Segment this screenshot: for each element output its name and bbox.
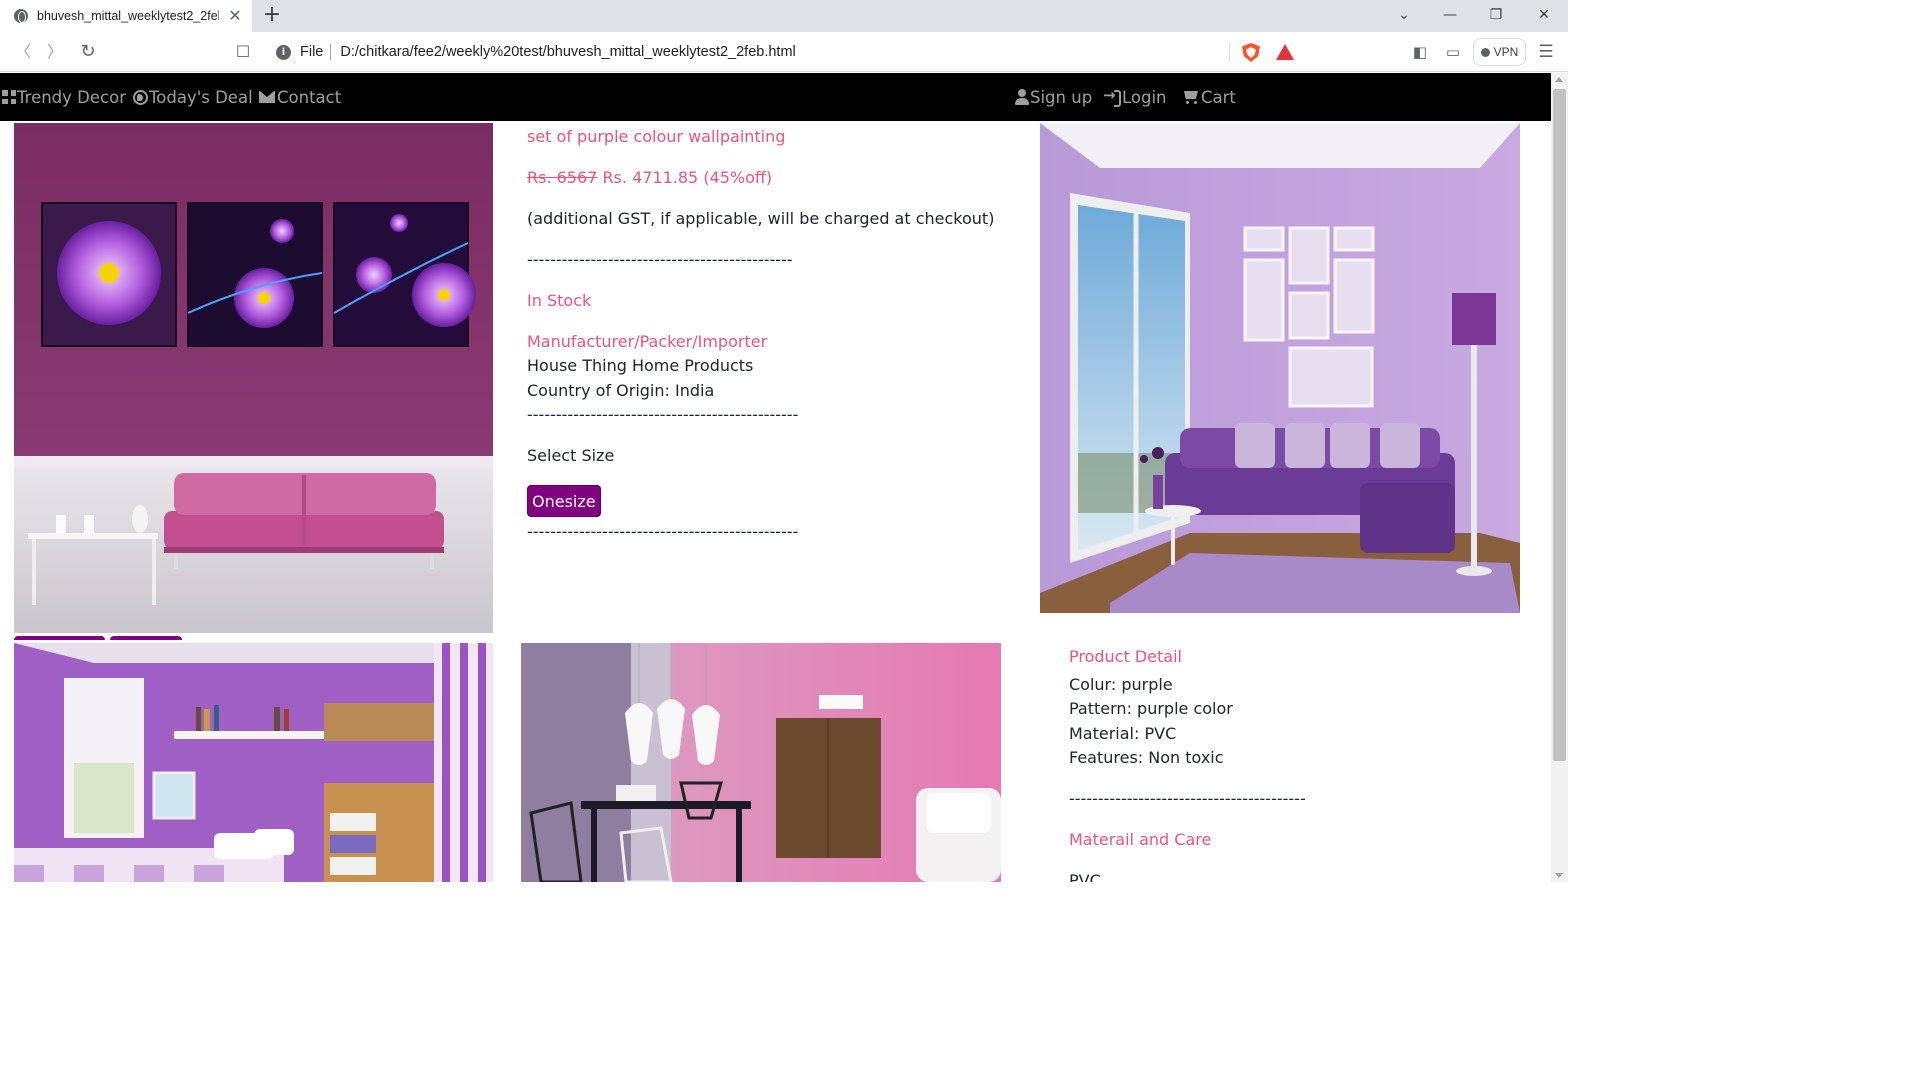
- restore-button[interactable]: ❐: [1483, 4, 1509, 26]
- nav-contact-label: Contact: [277, 87, 342, 107]
- page-viewport: Trendy Decor Today's Deal Contact Sign u…: [0, 73, 1551, 882]
- nav-login-label: Login: [1122, 87, 1167, 107]
- detail-features: Features: Non toxic: [1069, 748, 1224, 767]
- page-scrollbar[interactable]: [1551, 73, 1568, 882]
- globe-icon: [133, 89, 148, 105]
- omnibox-divider: [1229, 42, 1230, 62]
- detail-material: Material: PVC: [1069, 724, 1177, 743]
- tab-search-chevron-icon[interactable]: ⌄: [1391, 4, 1417, 26]
- envelope-icon: [259, 91, 275, 103]
- nav-contact-link[interactable]: Contact: [259, 84, 341, 110]
- old-price: Rs. 6567: [527, 168, 598, 187]
- nav-deal-label: Today's Deal: [149, 87, 253, 107]
- address-bar[interactable]: i File D:/chitkara/fee2/weekly%20test/bh…: [264, 36, 1302, 68]
- product-room-image: [1040, 123, 1520, 613]
- nav-deal-link[interactable]: Today's Deal: [133, 84, 253, 110]
- scroll-up-arrow-icon[interactable]: [1555, 77, 1563, 82]
- country-of-origin: Country of Origin: India: [527, 381, 715, 400]
- nav-brand-link[interactable]: Trendy Decor: [2, 84, 126, 110]
- care-text: PVC: [1069, 871, 1101, 882]
- product-title: set of purple colour wallpainting: [527, 127, 786, 146]
- browser-toolbar: 〈 〉 ↻ ☐ i File D:/chitkara/fee2/weekly%2…: [0, 32, 1568, 72]
- sidebar-toggle-icon[interactable]: ◧: [1410, 42, 1430, 62]
- divider: ----------------------------------------…: [1069, 789, 1306, 808]
- site-navbar: Trendy Decor Today's Deal Contact Sign u…: [0, 73, 1551, 121]
- nav-login-link[interactable]: Login: [1103, 84, 1167, 110]
- product-main-image: [14, 123, 493, 633]
- bookmark-icon[interactable]: ☐: [232, 41, 254, 63]
- reload-button[interactable]: ↻: [77, 41, 99, 63]
- minimize-button[interactable]: —: [1437, 4, 1463, 26]
- tab-close-icon[interactable]: ✕: [226, 7, 244, 25]
- nav-signup-label: Sign up: [1030, 87, 1093, 107]
- info-icon[interactable]: i: [276, 44, 291, 60]
- scroll-thumb[interactable]: [1553, 89, 1566, 761]
- stock-status: In Stock: [527, 291, 592, 310]
- nav-brand-label: Trendy Decor: [17, 87, 126, 107]
- detail-pattern: Pattern: purple color: [1069, 699, 1233, 718]
- back-button[interactable]: 〈: [12, 41, 34, 63]
- gst-note: (additional GST, if applicable, will be …: [527, 209, 995, 228]
- browser-tab-strip: bhuvesh_mittal_weeklytest2_2feb. ✕ + ⌄ —…: [0, 0, 1568, 32]
- close-window-button[interactable]: ✕: [1531, 4, 1557, 26]
- nav-cart-link[interactable]: Cart: [1182, 84, 1236, 110]
- wallet-icon[interactable]: ▭: [1443, 42, 1463, 62]
- grid-icon: [2, 90, 16, 104]
- thumbnail-tab[interactable]: [14, 636, 105, 640]
- nav-cart-label: Cart: [1201, 87, 1236, 107]
- browser-tab[interactable]: bhuvesh_mittal_weeklytest2_2feb. ✕: [0, 0, 252, 32]
- detail-colour: Colur: purple: [1069, 675, 1173, 694]
- divider: ----------------------------------------…: [527, 405, 799, 424]
- size-onesize-button[interactable]: Onesize: [527, 485, 601, 517]
- user-icon: [1015, 89, 1029, 105]
- divider: ----------------------------------------…: [527, 522, 799, 541]
- cart-icon: [1182, 89, 1200, 105]
- price-block: Rs. 6567 Rs. 4711.85 (45%off): [527, 168, 772, 187]
- care-heading: Materail and Care: [1069, 830, 1212, 849]
- vpn-icon: [1480, 47, 1490, 57]
- tab-title: bhuvesh_mittal_weeklytest2_2feb.: [37, 9, 219, 23]
- product-detail-heading: Product Detail: [1069, 647, 1182, 666]
- vpn-button[interactable]: VPN: [1473, 38, 1526, 66]
- new-price: Rs. 4711.85 (45%off): [602, 168, 773, 187]
- nav-signup-link[interactable]: Sign up: [1015, 84, 1092, 110]
- globe-icon: [14, 9, 28, 23]
- manufacturer-name: House Thing Home Products: [527, 356, 754, 375]
- thumbnail-tab[interactable]: [110, 636, 182, 640]
- forward-button[interactable]: 〉: [44, 41, 66, 63]
- login-icon: [1103, 86, 1121, 107]
- url-scheme: File: [300, 44, 324, 60]
- new-tab-button[interactable]: +: [261, 4, 283, 26]
- product-bedroom-image: [14, 643, 493, 882]
- scroll-down-arrow-icon[interactable]: [1555, 873, 1563, 878]
- vpn-label: VPN: [1493, 45, 1519, 59]
- manufacturer-label: Manufacturer/Packer/Importer: [527, 332, 768, 351]
- url-text[interactable]: D:/chitkara/fee2/weekly%20test/bhuvesh_m…: [340, 44, 795, 60]
- brave-shield-icon[interactable]: [1242, 43, 1260, 62]
- brave-rewards-icon[interactable]: [1276, 44, 1294, 60]
- select-size-label: Select Size: [527, 446, 615, 465]
- menu-icon[interactable]: ☰: [1536, 42, 1556, 62]
- divider: ----------------------------------------…: [527, 250, 793, 269]
- url-separator: [330, 44, 332, 60]
- product-dining-image: [521, 643, 1001, 882]
